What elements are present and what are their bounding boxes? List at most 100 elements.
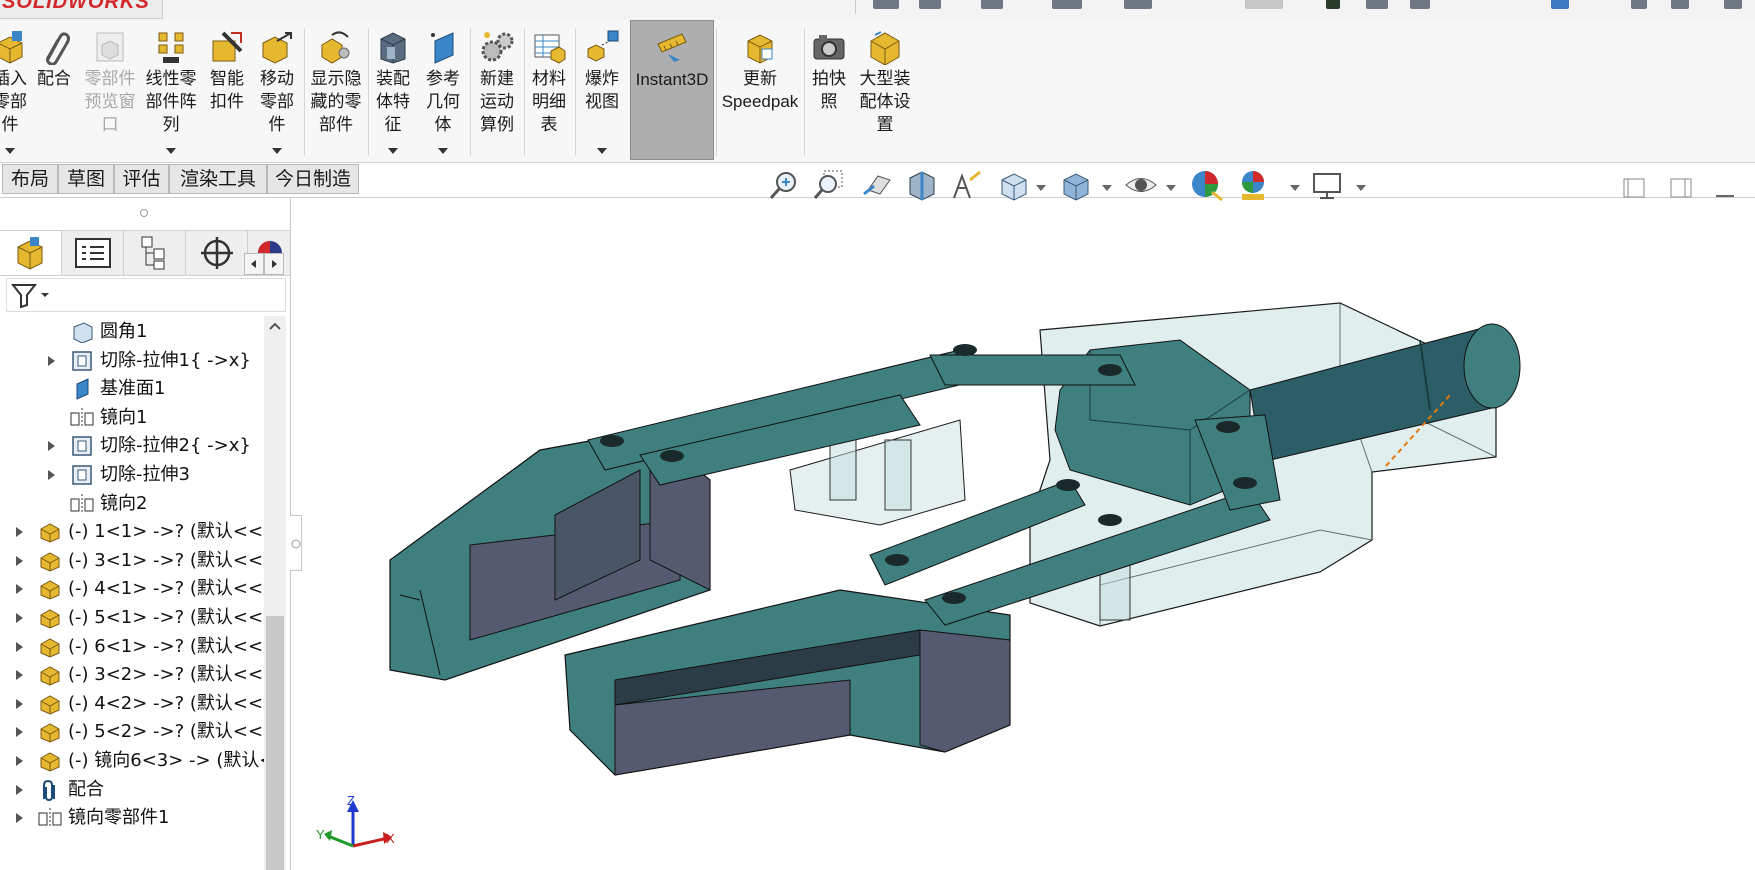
tree-item[interactable]: 镜向1 — [0, 402, 264, 434]
chevron-down-icon[interactable] — [1356, 185, 1366, 191]
linear-pattern-button[interactable]: 线性零 部件阵 列 — [142, 20, 200, 162]
tree-item[interactable]: 镜向2 — [0, 488, 264, 520]
scrollbar-thumb[interactable] — [266, 616, 284, 870]
take-snapshot-button[interactable]: 拍快 照 — [806, 20, 852, 162]
chevron-down-icon[interactable] — [438, 148, 448, 154]
tree-item[interactable]: 配合 — [0, 774, 264, 806]
tree-item[interactable]: (-) 4<1> ->? (默认<<默 — [0, 573, 264, 605]
tab-evaluate[interactable]: 评估 — [114, 164, 169, 194]
zoom-to-area-icon[interactable] — [812, 168, 846, 202]
chevron-down-icon[interactable] — [388, 148, 398, 154]
chevron-down-icon[interactable] — [272, 148, 282, 154]
window-icon[interactable] — [1671, 0, 1689, 9]
solidworks-logo[interactable]: SOLIDWORKS — [0, 0, 163, 19]
tree-item[interactable]: 切除-拉伸3 — [0, 459, 264, 491]
rebuild-icon[interactable] — [1326, 0, 1340, 9]
tab-configuration-manager[interactable] — [124, 231, 186, 275]
bill-of-materials-button[interactable]: 材料 明细 表 — [526, 20, 572, 162]
minimize-icon[interactable] — [1713, 176, 1737, 200]
graphics-area[interactable]: Z X Y — [292, 198, 1755, 870]
expand-arrow-icon[interactable] — [16, 670, 23, 681]
save-icon[interactable] — [981, 0, 1003, 9]
tree-item[interactable]: 基准面1 — [0, 373, 264, 405]
reference-geometry-button[interactable]: 参考 几何 体 — [420, 20, 466, 162]
expand-arrow-icon[interactable] — [16, 641, 23, 652]
assembly-features-button[interactable]: 装配 体特 征 — [370, 20, 416, 162]
split-view-icon[interactable] — [1669, 176, 1693, 200]
print-icon[interactable] — [1052, 0, 1082, 9]
chevron-down-icon[interactable] — [1102, 185, 1112, 191]
new-document-icon[interactable] — [873, 0, 899, 9]
tab-layout[interactable]: 布局 — [2, 164, 58, 194]
tree-item[interactable]: (-) 镜向6<3> -> (默认< — [0, 745, 264, 777]
move-component-button[interactable]: 移动 零部 件 — [254, 20, 300, 162]
chevron-down-icon[interactable] — [597, 148, 607, 154]
expand-arrow-icon[interactable] — [16, 756, 23, 766]
chevron-down-icon[interactable] — [166, 148, 176, 154]
apply-scene-icon[interactable] — [1236, 168, 1270, 202]
restore-panel-icon[interactable] — [1622, 176, 1646, 200]
insert-components-button[interactable]: 插入 零部 件 — [0, 20, 28, 162]
expand-arrow-icon[interactable] — [16, 727, 23, 738]
tree-item[interactable]: (-) 5<2> ->? (默认<<默 — [0, 716, 264, 748]
smart-fasteners-button[interactable]: 智能 扣件 — [204, 20, 250, 162]
chevron-down-icon[interactable] — [1166, 185, 1176, 191]
expand-arrow-icon[interactable] — [48, 441, 55, 452]
file-properties-icon[interactable] — [1366, 0, 1388, 9]
view-orientation-icon[interactable] — [996, 168, 1030, 202]
expand-arrow-icon[interactable] — [16, 555, 23, 566]
select-icon[interactable] — [1245, 0, 1283, 9]
tab-render-tools[interactable]: 渲染工具 — [169, 164, 267, 194]
tree-item[interactable]: 镜向零部件1 — [0, 802, 264, 834]
close-icon[interactable] — [1724, 0, 1742, 9]
tab-dimxpert-manager[interactable] — [186, 231, 248, 275]
tab-property-manager[interactable] — [62, 231, 124, 275]
update-speedpak-button[interactable]: 更新 Speedpak — [718, 20, 802, 162]
tree-item[interactable]: (-) 4<2> ->? (默认<<默 — [0, 688, 264, 720]
previous-view-icon[interactable] — [860, 168, 894, 202]
chevron-down-icon[interactable] — [1036, 185, 1046, 191]
expand-arrow-icon[interactable] — [16, 584, 23, 595]
tab-scroll-right-button[interactable] — [264, 253, 284, 275]
tree-item[interactable]: 圆角1 — [0, 316, 264, 348]
tree-item[interactable]: (-) 5<1> ->? (默认<<默 — [0, 602, 264, 634]
tree-filter[interactable] — [6, 278, 286, 312]
instant3d-button[interactable]: Instant3D — [630, 20, 714, 160]
display-style-icon[interactable] — [1058, 168, 1092, 202]
expand-arrow-icon[interactable] — [16, 527, 23, 538]
panel-collapse-handle[interactable] — [139, 208, 149, 218]
tab-manufacturing-today[interactable]: 今日制造 — [267, 164, 359, 194]
tree-item[interactable]: (-) 3<1> ->? (默认<<默 — [0, 545, 264, 577]
tab-feature-manager[interactable] — [0, 231, 62, 275]
tree-item[interactable]: (-) 3<2> ->? (默认<<默 — [0, 659, 264, 691]
chevron-down-icon[interactable] — [5, 148, 15, 154]
help-icon[interactable] — [1631, 0, 1647, 9]
dynamic-annotation-views-icon[interactable] — [950, 168, 984, 202]
expand-arrow-icon[interactable] — [16, 813, 23, 824]
expand-arrow-icon[interactable] — [48, 470, 55, 480]
search-icon[interactable] — [1551, 0, 1569, 9]
expand-arrow-icon[interactable] — [16, 698, 23, 709]
show-hidden-components-button[interactable]: 显示隐 藏的零 部件 — [306, 20, 366, 162]
tab-scroll-left-button[interactable] — [244, 253, 264, 275]
section-view-icon[interactable] — [904, 168, 938, 202]
open-icon[interactable] — [919, 0, 941, 9]
tree-scrollbar[interactable] — [264, 316, 286, 870]
hide-show-items-icon[interactable] — [1124, 168, 1158, 202]
expand-arrow-icon[interactable] — [48, 355, 55, 366]
new-motion-study-button[interactable]: 新建 运动 算例 — [472, 20, 522, 162]
large-assembly-settings-button[interactable]: 大型装 配体设 置 — [854, 20, 916, 162]
tree-item[interactable]: 切除-拉伸1{ ->x} — [0, 345, 264, 377]
component-preview-button[interactable]: 零部件 预览窗 口 — [80, 20, 140, 162]
tree-item[interactable]: (-) 6<1> ->? (默认<<默 — [0, 631, 264, 663]
chevron-down-icon[interactable] — [1290, 185, 1300, 191]
edit-appearance-icon[interactable] — [1190, 168, 1224, 202]
tab-sketch[interactable]: 草图 — [58, 164, 114, 194]
expand-arrow-icon[interactable] — [16, 784, 23, 795]
options-icon[interactable] — [1410, 0, 1430, 9]
zoom-to-fit-icon[interactable] — [768, 168, 802, 202]
tree-item[interactable]: (-) 1<1> ->? (默认<<默 — [0, 516, 264, 548]
undo-icon[interactable] — [1124, 0, 1152, 9]
tree-item[interactable]: 切除-拉伸2{ ->x} — [0, 430, 264, 462]
mate-button[interactable]: 配合 — [32, 20, 76, 162]
